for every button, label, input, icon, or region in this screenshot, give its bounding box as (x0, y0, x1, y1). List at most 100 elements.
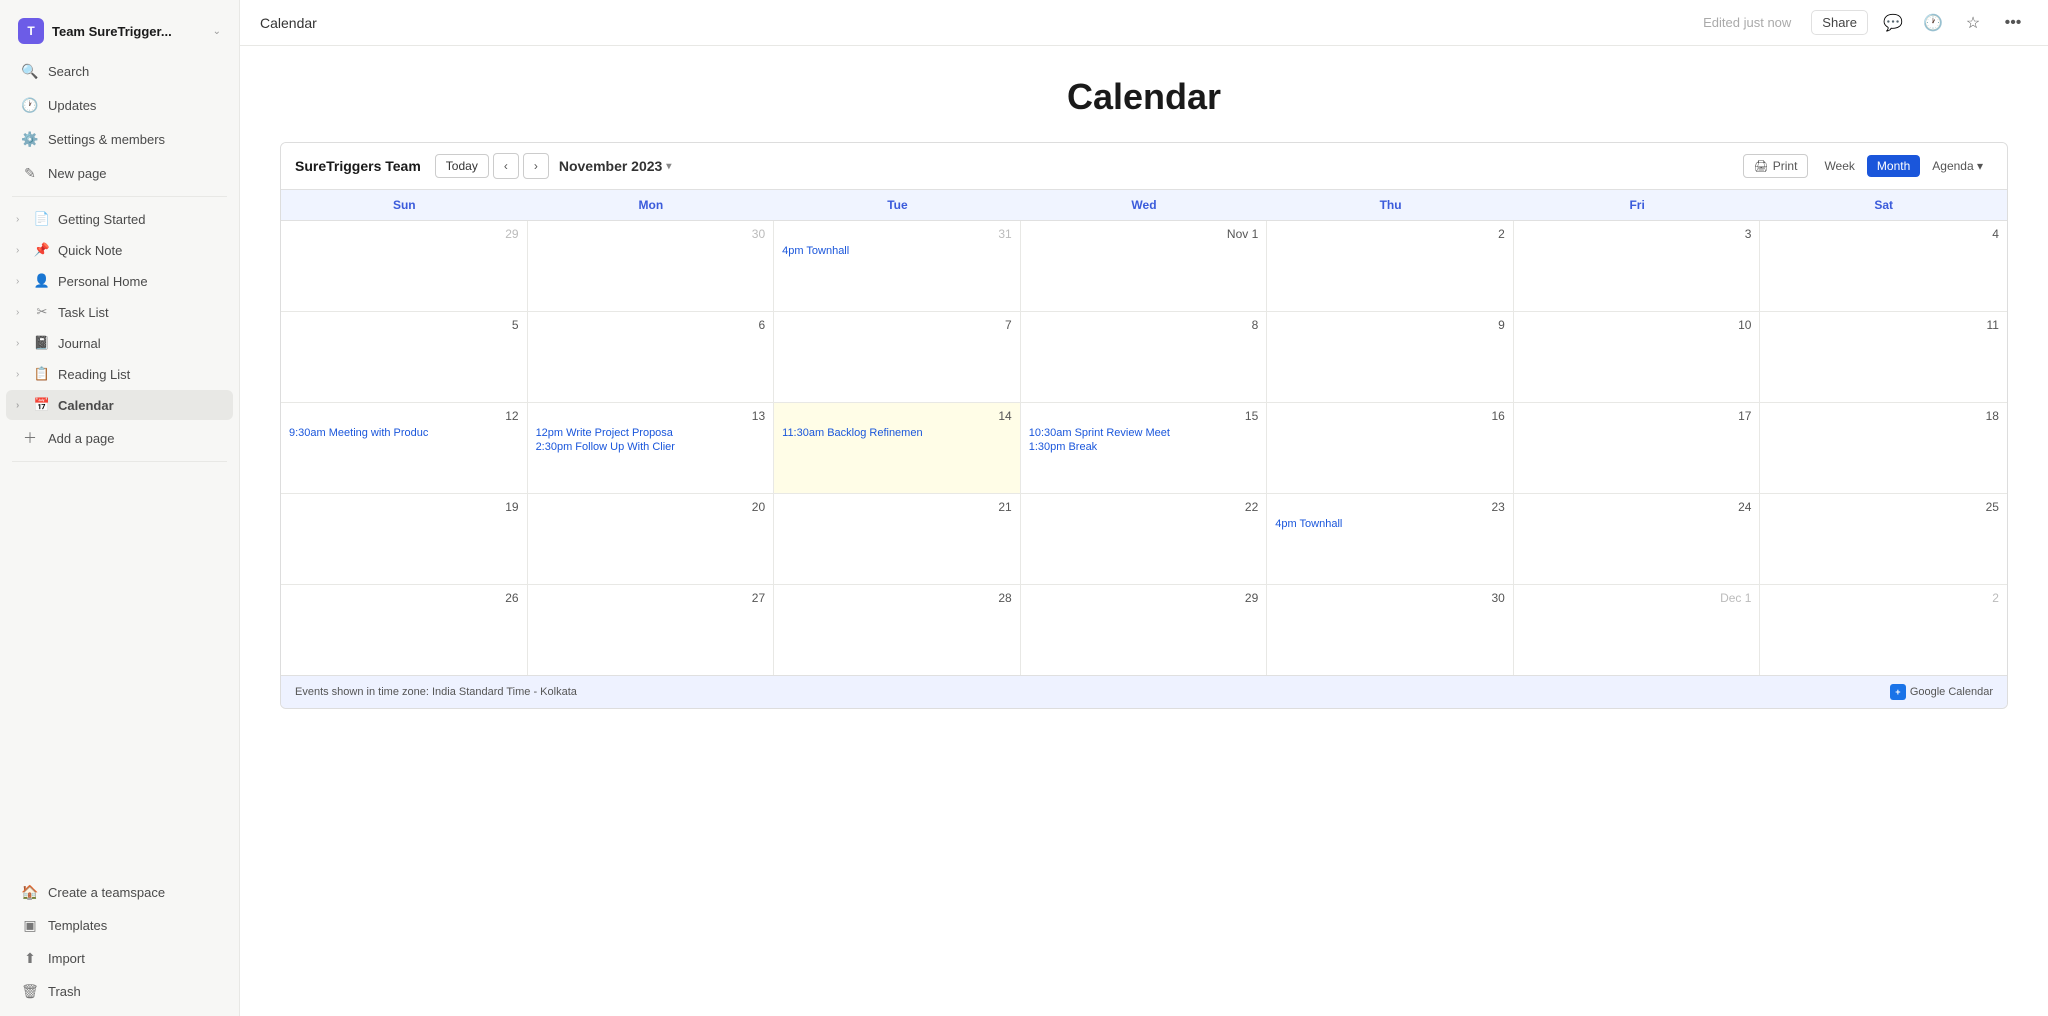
cell-date-2-0: 12 (289, 409, 519, 423)
nav-arrow-journal: › (16, 338, 32, 349)
add-page-action[interactable]: ＋ Add a page (6, 422, 233, 454)
import-action[interactable]: ⬆ Import (6, 942, 233, 974)
timezone-label: Events shown in time zone: India Standar… (295, 686, 577, 698)
workspace-avatar: T (18, 18, 44, 44)
google-calendar-badge[interactable]: + Google Calendar (1890, 684, 1993, 700)
calendar-cell-4-6[interactable]: 2 (1760, 585, 2007, 675)
main-area: Calendar Edited just now Share 💬 🕐 ☆ •••… (240, 0, 2048, 1016)
sidebar-item-journal[interactable]: › 📓 Journal (6, 328, 233, 358)
updates-action[interactable]: 🕐 Updates (6, 89, 233, 121)
cell-date-0-6: 4 (1768, 227, 1999, 241)
updates-label: Updates (48, 98, 96, 113)
cell-event-3-4-0[interactable]: 4pm Townhall (1275, 518, 1505, 530)
print-button[interactable]: 🖨 Print (1743, 154, 1809, 178)
cell-date-0-0: 29 (289, 227, 519, 241)
nav-arrow-quick-note: › (16, 245, 32, 256)
today-button[interactable]: Today (435, 154, 489, 178)
calendar-cell-4-3[interactable]: 29 (1021, 585, 1268, 675)
cell-date-4-4: 30 (1275, 591, 1505, 605)
calendar-cell-1-4[interactable]: 9 (1267, 312, 1514, 402)
cell-date-4-6: 2 (1768, 591, 1999, 605)
cell-event-2-3-1[interactable]: 1:30pm Break (1029, 441, 1259, 453)
search-action[interactable]: 🔍 Search (6, 55, 233, 87)
calendar-cell-4-4[interactable]: 30 (1267, 585, 1514, 675)
calendar-cell-2-0[interactable]: 12 9:30am Meeting with Produc (281, 403, 528, 493)
cell-date-2-2: 14 (782, 409, 1012, 423)
calendar-week-0: 29 30314pm TownhallNov 1234 (281, 221, 2007, 312)
favorite-icon-btn[interactable]: ☆ (1958, 8, 1988, 38)
month-dropdown-icon[interactable]: ▾ (666, 161, 671, 172)
trash-action[interactable]: 🗑 Trash (6, 975, 233, 1007)
month-label: November 2023 ▾ (559, 158, 672, 174)
templates-action[interactable]: ▣ Templates (6, 909, 233, 941)
edited-label: Edited just now (1703, 15, 1791, 30)
cell-event-0-2-0[interactable]: 4pm Townhall (782, 245, 1012, 257)
topbar: Calendar Edited just now Share 💬 🕐 ☆ ••• (240, 0, 2048, 46)
cell-event-2-3-0[interactable]: 10:30am Sprint Review Meet (1029, 427, 1259, 439)
sidebar-item-task-list[interactable]: › ✂ Task List (6, 297, 233, 327)
history-icon-btn[interactable]: 🕐 (1918, 8, 1948, 38)
nav-icon-quick-note: 📌 (32, 240, 52, 260)
month-view-button[interactable]: Month (1867, 155, 1920, 177)
calendar-cell-2-5[interactable]: 17 (1514, 403, 1761, 493)
cell-event-2-1-0[interactable]: 12pm Write Project Proposa (536, 427, 766, 439)
calendar-cell-4-2[interactable]: 28 (774, 585, 1021, 675)
calendar-cell-4-1[interactable]: 27 (528, 585, 775, 675)
sidebar-item-getting-started[interactable]: › 📄 Getting Started (6, 204, 233, 234)
view-switcher: 🖨 Print Week Month Agenda ▾ (1743, 154, 1993, 178)
calendar-cell-1-6[interactable]: 11 (1760, 312, 2007, 402)
calendar-cell-0-2[interactable]: 314pm Townhall (774, 221, 1021, 311)
sidebar-item-personal-home[interactable]: › 👤 Personal Home (6, 266, 233, 296)
calendar-cell-3-2[interactable]: 21 (774, 494, 1021, 584)
sidebar-item-reading-list[interactable]: › 📋 Reading List (6, 359, 233, 389)
calendar-cell-2-3[interactable]: 1510:30am Sprint Review Meet1:30pm Break (1021, 403, 1268, 493)
calendar-cell-1-5[interactable]: 10 (1514, 312, 1761, 402)
new-page-action[interactable]: ✎ New page (6, 157, 233, 189)
cell-event-2-1-1[interactable]: 2:30pm Follow Up With Clier (536, 441, 766, 453)
calendar-cell-1-2[interactable]: 7 (774, 312, 1021, 402)
week-view-button[interactable]: Week (1814, 155, 1864, 177)
calendar-cell-1-1[interactable]: 6 (528, 312, 775, 402)
cell-date-2-6: 18 (1768, 409, 1999, 423)
nav-icon-task-list: ✂ (32, 302, 52, 322)
calendar-cell-3-5[interactable]: 24 (1514, 494, 1761, 584)
calendar-cell-2-6[interactable]: 18 (1760, 403, 2007, 493)
agenda-view-button[interactable]: Agenda ▾ (1922, 155, 1993, 177)
cell-date-4-2: 28 (782, 591, 1012, 605)
calendar-cell-0-5[interactable]: 3 (1514, 221, 1761, 311)
calendar-cell-0-4[interactable]: 2 (1267, 221, 1514, 311)
prev-month-button[interactable]: ‹ (493, 153, 519, 179)
calendar-cell-2-1[interactable]: 1312pm Write Project Proposa2:30pm Follo… (528, 403, 775, 493)
comment-icon-btn[interactable]: 💬 (1878, 8, 1908, 38)
calendar-cell-0-0[interactable]: 29 (281, 221, 528, 311)
calendar-cell-1-3[interactable]: 8 (1021, 312, 1268, 402)
more-icon-btn[interactable]: ••• (1998, 8, 2028, 38)
calendar-cell-3-3[interactable]: 22 (1021, 494, 1268, 584)
cell-event-2-0-0[interactable]: 9:30am Meeting with Produc (289, 427, 519, 439)
days-header: SunMonTueWedThuFriSat (281, 190, 2007, 221)
workspace-switcher[interactable]: T Team SureTrigger... ⌄ (6, 10, 233, 52)
calendar-cell-3-6[interactable]: 25 (1760, 494, 2007, 584)
calendar-cell-0-1[interactable]: 30 (528, 221, 775, 311)
share-button[interactable]: Share (1811, 10, 1868, 35)
calendar-cell-3-1[interactable]: 20 (528, 494, 775, 584)
sidebar-item-calendar[interactable]: › 📅 Calendar (6, 390, 233, 420)
calendar-cell-4-5[interactable]: Dec 1 (1514, 585, 1761, 675)
calendar-cell-2-4[interactable]: 16 (1267, 403, 1514, 493)
calendar-cell-2-2[interactable]: 14 11:30am Backlog Refinemen (774, 403, 1021, 493)
new-page-icon: ✎ (20, 163, 40, 183)
calendar-cell-0-6[interactable]: 4 (1760, 221, 2007, 311)
templates-label: Templates (48, 918, 107, 933)
settings-action[interactable]: ⚙️ Settings & members (6, 123, 233, 155)
search-label: Search (48, 64, 89, 79)
calendar-cell-0-3[interactable]: Nov 1 (1021, 221, 1268, 311)
calendar-cell-3-0[interactable]: 19 (281, 494, 528, 584)
topbar-title: Calendar (260, 15, 1703, 31)
next-month-button[interactable]: › (523, 153, 549, 179)
calendar-cell-1-0[interactable]: 5 (281, 312, 528, 402)
cell-event-2-2-0[interactable]: 11:30am Backlog Refinemen (782, 427, 1012, 439)
sidebar-item-quick-note[interactable]: › 📌 Quick Note (6, 235, 233, 265)
calendar-cell-4-0[interactable]: 26 (281, 585, 528, 675)
create-teamspace-action[interactable]: 🏠 Create a teamspace (6, 876, 233, 908)
calendar-cell-3-4[interactable]: 234pm Townhall (1267, 494, 1514, 584)
